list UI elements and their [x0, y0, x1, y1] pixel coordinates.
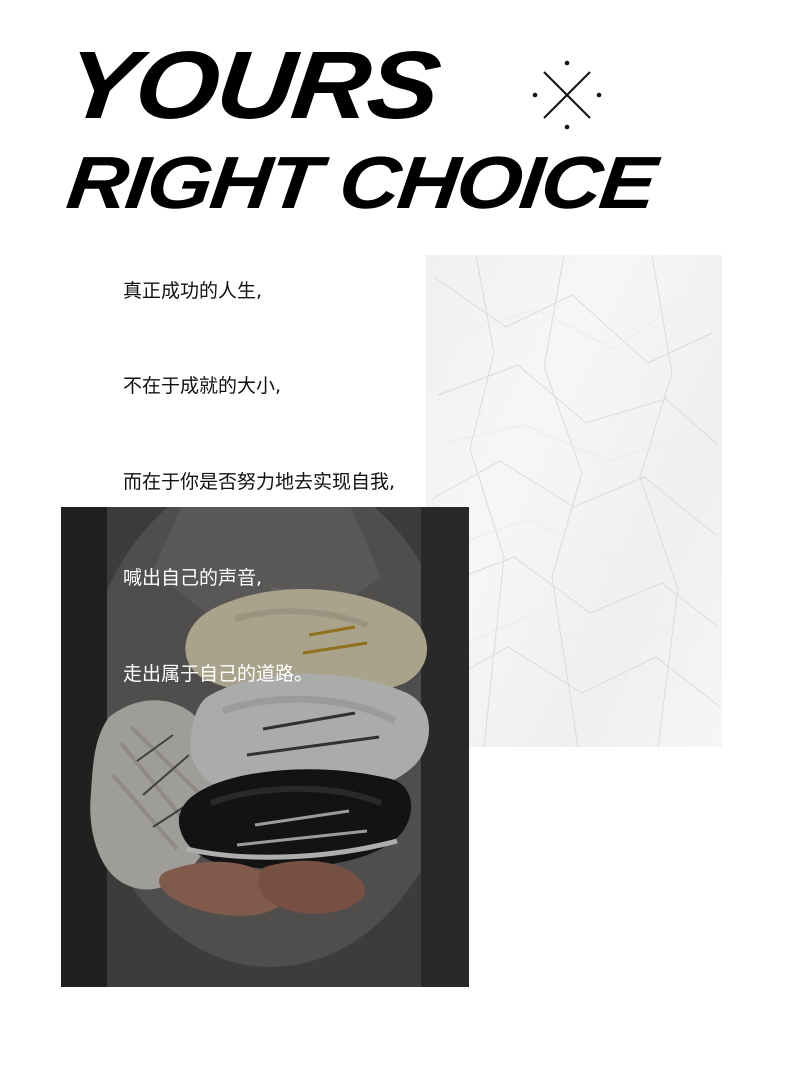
copy-line-3: 而在于你是否努力地去实现自我,: [123, 471, 396, 493]
sparkle-x-icon: [530, 58, 604, 132]
headline-right-choice: RIGHT CHOICE: [62, 141, 660, 224]
copy-line-1: 真正成功的人生,: [123, 280, 263, 302]
crumpled-paper-card: [426, 255, 722, 747]
copy-line-5: 走出属于自己的道路。: [123, 663, 314, 685]
copy-line-2: 不在于成就的大小,: [123, 375, 282, 397]
headline-yours: YOURS: [60, 32, 444, 139]
copy-line-4: 喊出自己的声音,: [123, 567, 263, 589]
